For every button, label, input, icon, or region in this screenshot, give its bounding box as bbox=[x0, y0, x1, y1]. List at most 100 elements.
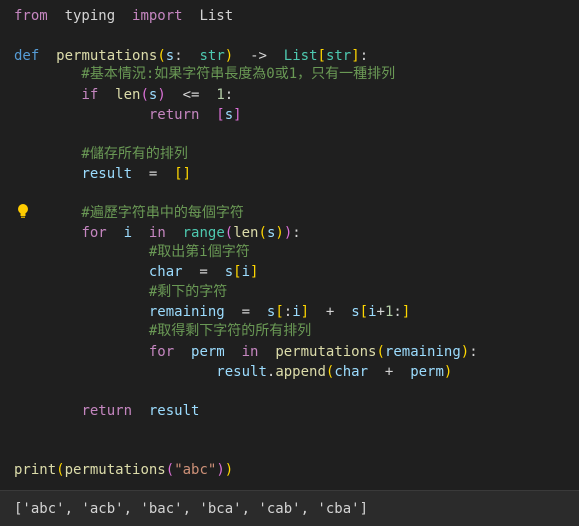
code-token: [ bbox=[275, 304, 284, 320]
code-token: #取得剩下字符的所有排列 bbox=[14, 323, 312, 339]
code-token: "abc" bbox=[174, 462, 217, 478]
code-token: <= bbox=[165, 87, 217, 103]
code-token: #基本情況:如果字符串長度為0或1，只有一種排列 bbox=[14, 66, 396, 82]
code-token: ) bbox=[224, 462, 234, 478]
code-line[interactable]: #基本情況:如果字符串長度為0或1，只有一種排列 bbox=[14, 64, 395, 84]
code-token: ) bbox=[224, 48, 234, 64]
code-token: if bbox=[81, 87, 99, 103]
code-token: ) bbox=[275, 225, 284, 241]
code-token: ] bbox=[401, 304, 411, 320]
code-token: [] bbox=[174, 166, 192, 182]
code-token: + bbox=[309, 304, 352, 320]
code-line[interactable]: #儲存所有的排列 bbox=[14, 144, 188, 164]
code-token: i bbox=[368, 304, 377, 320]
code-token: i bbox=[292, 304, 301, 320]
code-token: result bbox=[216, 364, 267, 380]
code-token: import bbox=[132, 8, 183, 24]
code-token: #剩下的字符 bbox=[14, 284, 228, 300]
code-token: : bbox=[359, 48, 369, 64]
code-line[interactable]: #取出第i個字符 bbox=[14, 242, 250, 262]
code-token: ] bbox=[351, 48, 360, 64]
code-token: s bbox=[351, 304, 360, 320]
code-token: -> bbox=[233, 48, 284, 64]
code-line[interactable]: char = s[i] bbox=[14, 262, 259, 282]
code-token: permutations bbox=[56, 48, 158, 64]
code-line[interactable]: return [s] bbox=[14, 105, 242, 125]
code-line[interactable]: #取得剩下字符的所有排列 bbox=[14, 321, 311, 341]
code-token: from bbox=[14, 8, 48, 24]
code-token: #取出第i個字符 bbox=[14, 244, 250, 260]
code-token: #遍歷字符串中的每個字符 bbox=[14, 205, 244, 221]
code-token: : bbox=[174, 48, 200, 64]
code-token: ( bbox=[140, 87, 149, 103]
code-token: ) bbox=[443, 364, 453, 380]
code-token: in bbox=[241, 344, 259, 360]
code-token: char bbox=[148, 264, 183, 280]
code-line[interactable]: for perm in permutations(remaining): bbox=[14, 342, 478, 362]
code-token: : bbox=[469, 344, 478, 360]
code-token: : bbox=[393, 304, 402, 320]
code-token: s bbox=[165, 48, 175, 64]
code-editor[interactable]: from typing import List def permutations(… bbox=[0, 0, 579, 490]
code-token: return bbox=[81, 403, 133, 419]
code-token: perm bbox=[191, 344, 225, 360]
code-line[interactable]: if len(s) <= 1: bbox=[14, 85, 233, 105]
code-token: remaining bbox=[148, 304, 225, 320]
code-token: remaining bbox=[384, 344, 461, 360]
output-text: ['abc', 'acb', 'bac', 'bca', 'cab', 'cba… bbox=[14, 501, 369, 517]
code-token: ( bbox=[56, 462, 65, 478]
code-line[interactable]: result.append(char + perm) bbox=[14, 362, 452, 382]
code-line[interactable]: #剩下的字符 bbox=[14, 282, 227, 302]
code-token: ] bbox=[250, 264, 259, 280]
code-line[interactable]: #遍歷字符串中的每個字符 bbox=[14, 203, 244, 223]
code-token: ( bbox=[224, 225, 234, 241]
code-line[interactable]: result = [] bbox=[14, 164, 191, 184]
code-token: [ bbox=[317, 48, 326, 64]
code-token: ( bbox=[165, 462, 175, 478]
code-line[interactable]: for i in range(len(s)): bbox=[14, 223, 300, 243]
code-token: typing bbox=[47, 8, 133, 24]
code-token: ) bbox=[283, 225, 293, 241]
code-line[interactable]: def permutations(s: str) -> List[str]: bbox=[14, 46, 368, 66]
code-token: ] bbox=[300, 304, 310, 320]
code-token: ( bbox=[258, 225, 267, 241]
code-token: permutations bbox=[275, 344, 377, 360]
output-panel: ['abc', 'acb', 'bac', 'bca', 'cab', 'cba… bbox=[0, 490, 579, 526]
code-token: ) bbox=[157, 87, 166, 103]
code-token: for bbox=[81, 225, 107, 241]
code-line[interactable]: remaining = s[:i] + s[i+1:] bbox=[14, 302, 410, 322]
code-line[interactable]: print(permutations("abc")) bbox=[14, 460, 233, 480]
code-token: + bbox=[376, 304, 385, 320]
code-token: append bbox=[275, 364, 326, 380]
code-token: #儲存所有的排列 bbox=[14, 146, 188, 162]
code-token: s bbox=[224, 264, 234, 280]
code-token: return bbox=[148, 107, 200, 123]
code-line[interactable]: return result bbox=[14, 401, 199, 421]
code-token: permutations bbox=[64, 462, 166, 478]
code-line[interactable]: from typing import List bbox=[14, 6, 233, 26]
code-token: perm bbox=[410, 364, 444, 380]
code-token: def bbox=[14, 48, 40, 64]
code-token: : bbox=[283, 304, 293, 320]
code-token: 1 bbox=[216, 87, 225, 103]
lightbulb-icon[interactable] bbox=[16, 203, 30, 219]
code-token: ) bbox=[216, 462, 225, 478]
code-token: len bbox=[233, 225, 259, 241]
code-token: char bbox=[334, 364, 369, 380]
code-token: print bbox=[14, 462, 57, 478]
code-token: ( bbox=[157, 48, 166, 64]
